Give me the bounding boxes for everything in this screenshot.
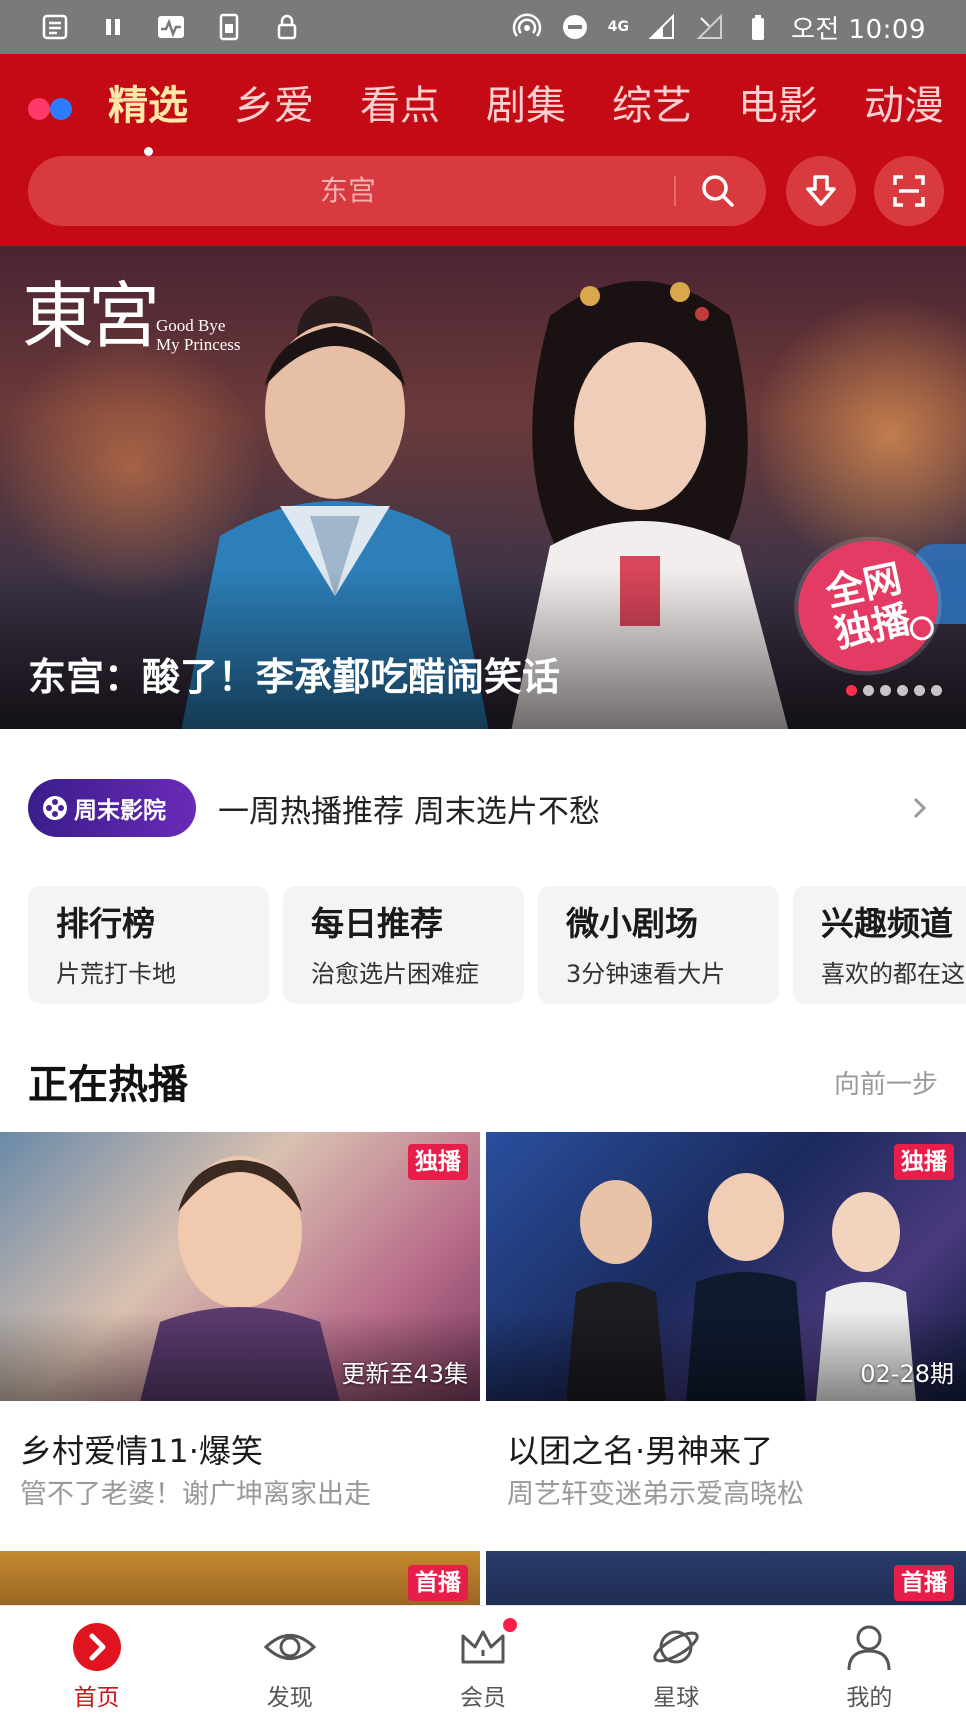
scan-icon (893, 175, 925, 207)
show-logo: 東宮 Good Bye My Princess (22, 274, 241, 358)
carousel-dot[interactable] (863, 685, 874, 696)
carousel-dot[interactable] (931, 685, 942, 696)
weekend-description: 一周热播推荐 周末选片不愁 (218, 793, 600, 830)
do-not-disturb-icon (560, 12, 590, 42)
carousel-dots (846, 685, 942, 696)
clock: 오전 10:09 (790, 14, 926, 45)
tab-countryside[interactable]: 乡爱 (234, 74, 314, 144)
show-thumbnail[interactable]: 独播 02-28期 (486, 1132, 966, 1401)
bottom-navigation: 首页 发现 会员 星球 我的 (0, 1605, 966, 1717)
carousel-dot[interactable] (846, 685, 857, 696)
tab-anime[interactable]: 动漫 (864, 74, 944, 144)
status-bar: 4G 오전 10:09 (0, 0, 966, 54)
channel-tabs: 精选 乡爱 看点 剧集 综艺 电影 动漫 (108, 74, 944, 156)
tab-movies[interactable]: 电影 (738, 74, 818, 144)
card-interest-channel[interactable]: 兴趣频道 喜欢的都在这 (793, 886, 966, 1004)
signal-icon (647, 12, 677, 42)
section-more-link[interactable]: 向前一步 (834, 1064, 938, 1101)
search-bar[interactable]: 东宫 (28, 156, 766, 226)
weekend-cinema-pill[interactable]: 周末影院 (28, 779, 196, 837)
episode-caption: 02-28期 (860, 1360, 954, 1388)
hero-banner[interactable]: 東宮 Good Bye My Princess 全网 独播 东宫：酸了！李承鄞吃醋… (0, 246, 966, 729)
download-icon (806, 175, 836, 206)
film-reel-icon (43, 796, 67, 820)
card-daily-picks[interactable]: 每日推荐 治愈选片困难症 (283, 886, 524, 1004)
nav-membership[interactable]: 会员 (386, 1606, 579, 1717)
nav-discover[interactable]: 发现 (193, 1606, 386, 1717)
home-play-icon (72, 1623, 121, 1671)
crown-icon (461, 1630, 505, 1664)
battery-icon (743, 12, 773, 42)
tab-featured[interactable]: 精选 (108, 74, 188, 156)
signal-empty-icon (695, 12, 725, 42)
tab-series[interactable]: 剧集 (486, 74, 566, 144)
app-screen: 4G 오전 10:09 精选 乡爱 看点 剧集 综艺 电影 动漫 东宫 東宮 G… (0, 0, 966, 1717)
lock-icon (272, 12, 302, 42)
exclusive-tag: 独播 (894, 1144, 954, 1180)
show-subtitle: 周艺轩变迷弟示爱高晓松 (507, 1479, 804, 1510)
show-thumbnail[interactable]: 独播 更新至43集 (0, 1132, 480, 1401)
sim-card-icon (214, 12, 244, 42)
carousel-dot[interactable] (914, 685, 925, 696)
top-header: 精选 乡爱 看点 剧集 综艺 电影 动漫 东宫 (0, 54, 966, 246)
carousel-dot[interactable] (897, 685, 908, 696)
banner-title: 东宫：酸了！李承鄞吃醋闹笑话 (28, 655, 561, 699)
exclusive-tag: 独播 (408, 1144, 468, 1180)
tab-highlights[interactable]: 看点 (360, 74, 440, 144)
weekend-cinema-row[interactable]: 周末影院 一周热播推荐 周末选片不愁 (28, 778, 938, 838)
planet-icon (653, 1630, 699, 1664)
search-divider (674, 176, 676, 206)
show-title[interactable]: 乡村爱情11·爆笑 (20, 1426, 263, 1472)
search-input[interactable]: 东宫 (28, 156, 668, 226)
quick-entry-cards: 排行榜 片荒打卡地 每日推荐 治愈选片困难症 微小剧场 3分钟速看大片 兴趣频道… (28, 886, 966, 1004)
card-mini-theater[interactable]: 微小剧场 3分钟速看大片 (538, 886, 779, 1004)
premiere-tag: 首播 (894, 1565, 954, 1601)
nav-home[interactable]: 首页 (0, 1606, 193, 1717)
nav-planet[interactable]: 星球 (580, 1606, 773, 1717)
pause-icon (98, 12, 128, 42)
premiere-tag: 首播 (408, 1565, 468, 1601)
chevron-right-icon[interactable] (910, 793, 930, 823)
download-button[interactable] (786, 156, 856, 226)
eye-icon (263, 1634, 316, 1660)
show-subtitle: 管不了老婆！谢广坤离家出走 (20, 1479, 371, 1510)
section-title: 正在热播 (28, 1062, 188, 1108)
news-icon (40, 12, 70, 42)
card-ranking[interactable]: 排行榜 片荒打卡地 (28, 886, 269, 1004)
episode-caption: 更新至43集 (341, 1360, 468, 1388)
network-type: 4G (607, 19, 629, 35)
show-title[interactable]: 以团之名·男神来了 (507, 1426, 773, 1472)
hotspot-icon (512, 12, 542, 42)
carousel-dot[interactable] (880, 685, 891, 696)
activity-icon (156, 12, 186, 42)
scan-button[interactable] (874, 156, 944, 226)
search-icon[interactable] (700, 173, 736, 209)
app-logo[interactable] (28, 94, 78, 122)
user-icon (847, 1625, 891, 1671)
notification-dot (503, 1618, 517, 1632)
tab-variety[interactable]: 综艺 (612, 74, 692, 144)
nav-profile[interactable]: 我的 (773, 1606, 966, 1717)
